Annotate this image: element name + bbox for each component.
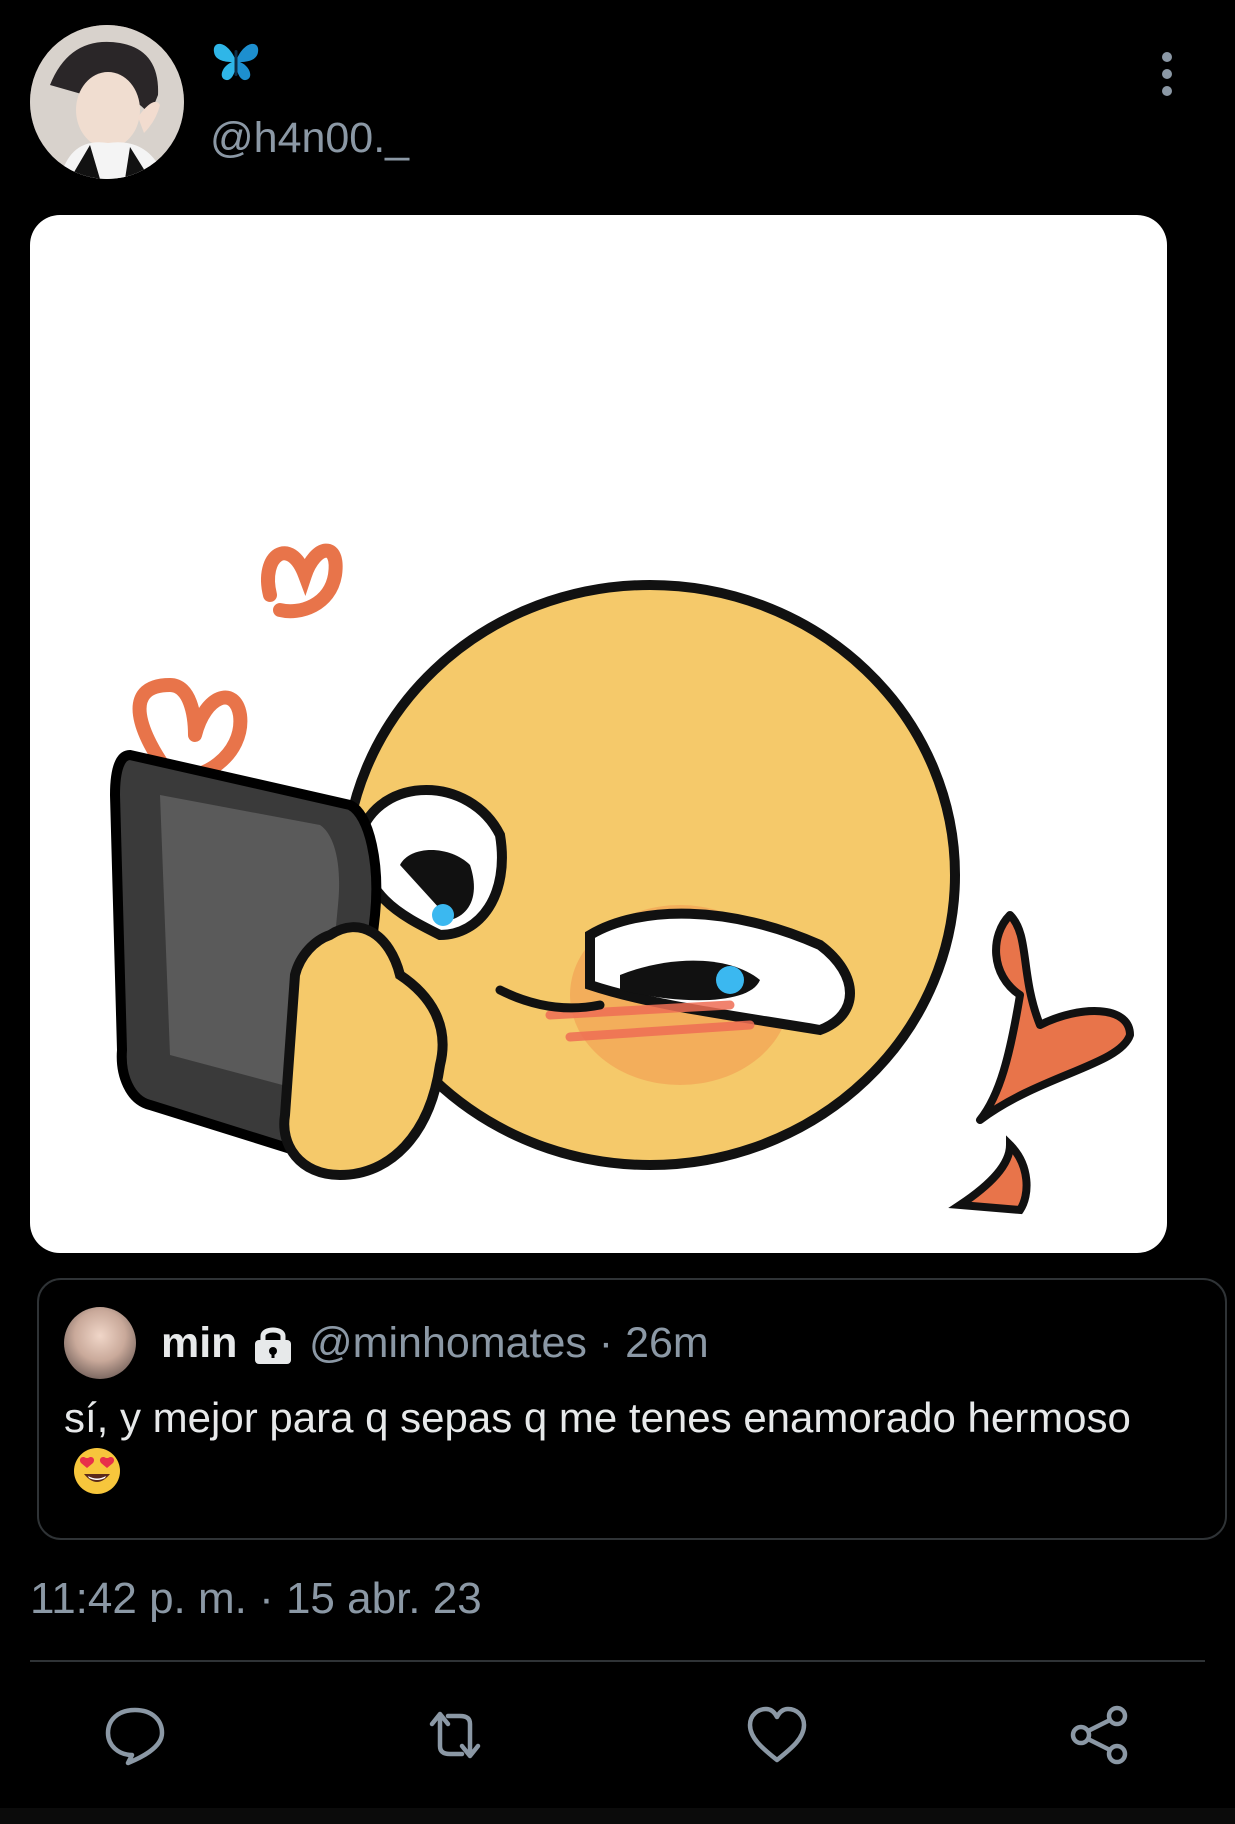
quoted-tweet[interactable]: min @minhomates · 26m sí, y mejor para q…	[37, 1278, 1227, 1540]
quoted-handle-time: @minhomates · 26m	[309, 1319, 709, 1367]
divider	[30, 1660, 1205, 1662]
tweet-timestamp[interactable]: 11:42 p. m. · 15 abr. 23	[30, 1572, 482, 1626]
share-icon[interactable]	[1065, 1700, 1135, 1770]
more-vertical-icon	[1162, 52, 1172, 62]
heart-eyes-emoji-icon	[74, 1448, 120, 1494]
retweet-icon[interactable]	[420, 1700, 490, 1770]
quoted-tweet-text-body: sí, y mejor para q sepas q me tenes enam…	[64, 1394, 1131, 1441]
quoted-author-avatar[interactable]	[64, 1307, 136, 1379]
more-options-button[interactable]	[1155, 52, 1179, 96]
author-handle[interactable]: @h4n00._	[210, 112, 409, 164]
quoted-tweet-text: sí, y mejor para q sepas q me tenes enam…	[64, 1390, 1184, 1502]
tweet-image[interactable]	[30, 215, 1167, 1253]
bottom-bar	[0, 1808, 1235, 1824]
lock-icon	[255, 1327, 291, 1364]
author-avatar[interactable]	[30, 25, 184, 179]
quoted-author-name: min	[161, 1319, 238, 1367]
butterfly-emoji-icon	[213, 43, 259, 81]
heart-icon[interactable]	[742, 1700, 812, 1770]
reply-bubble-icon[interactable]	[100, 1700, 170, 1770]
